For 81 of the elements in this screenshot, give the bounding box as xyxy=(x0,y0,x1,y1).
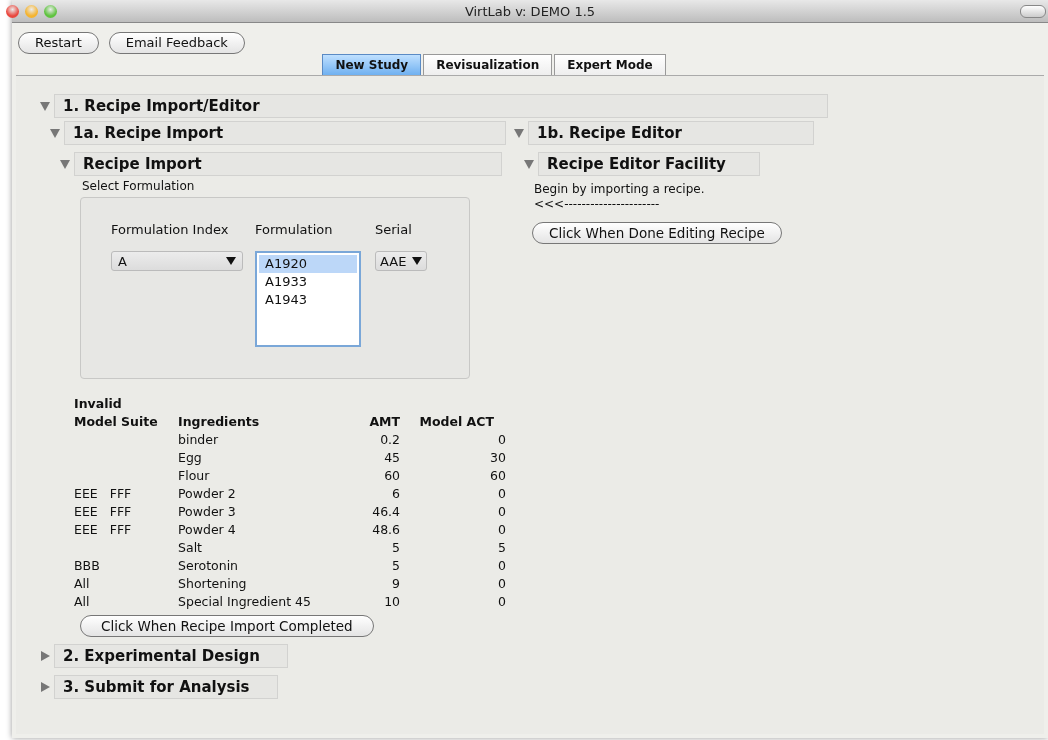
list-item[interactable]: A1943 xyxy=(259,291,357,309)
table-cell: 46.4 xyxy=(372,504,401,519)
message-text: <<<---------------------- xyxy=(534,197,661,211)
table-cell: FFF xyxy=(109,521,132,539)
toolbar-button[interactable]: Email Feedback xyxy=(108,32,245,54)
window-control-icon[interactable] xyxy=(6,4,19,18)
done-editing-button[interactable]: Click When Done Editing Recipe xyxy=(532,222,782,244)
column-header: AMT xyxy=(369,414,401,429)
table-cell: EEE xyxy=(74,521,98,539)
table-cell: 5 xyxy=(392,558,401,573)
group-label: Select Formulation xyxy=(82,179,196,193)
list-item[interactable]: A1920 xyxy=(259,255,357,273)
table-cell: FFF xyxy=(109,503,132,521)
table-cell: All xyxy=(74,593,90,611)
table-cell: All xyxy=(74,575,90,593)
formulation-list[interactable]: A1920 A1933 A1943 xyxy=(255,251,361,347)
disclosure-triangle-icon[interactable] xyxy=(40,101,50,111)
field-label: Serial xyxy=(375,222,413,237)
table-cell: Special Ingredient 45 xyxy=(178,594,311,609)
table-cell: 30 xyxy=(490,450,506,465)
column-header: Ingredients xyxy=(178,414,260,429)
tab[interactable]: Expert Mode xyxy=(554,54,666,75)
table-cell: Powder 2 xyxy=(178,486,236,501)
table-cell: Egg xyxy=(178,450,202,465)
tab[interactable]: New Study xyxy=(322,54,422,75)
section-header[interactable]: Recipe Import xyxy=(74,152,502,176)
table-cell: Powder 4 xyxy=(178,522,236,537)
table-cell: 0 xyxy=(498,522,506,537)
window-title: VirtLab v: DEMO 1.5 xyxy=(464,3,596,19)
toolbar-toggle-icon[interactable] xyxy=(1020,5,1046,18)
list-item[interactable]: A1933 xyxy=(259,273,357,291)
tab[interactable]: Revisualization xyxy=(423,54,553,75)
table-cell: BBB xyxy=(74,557,100,575)
toolbar-button[interactable]: Restart xyxy=(18,32,99,54)
table-cell: Salt xyxy=(178,540,202,555)
table-cell: EEE xyxy=(74,503,98,521)
table-cell: 0 xyxy=(498,558,506,573)
field-label: Formulation xyxy=(255,222,334,237)
table-cell: Powder 3 xyxy=(178,504,236,519)
section-header[interactable]: 2. Experimental Design xyxy=(54,644,288,668)
table-cell: 0 xyxy=(498,432,506,447)
table-cell: 10 xyxy=(384,594,401,609)
table-cell: 0 xyxy=(498,576,506,591)
message-text: Begin by importing a recipe. xyxy=(534,182,706,196)
column-header: Invalid Model Suite xyxy=(74,396,158,429)
disclosure-triangle-icon[interactable] xyxy=(40,651,50,661)
disclosure-triangle-icon[interactable] xyxy=(514,128,524,138)
table-cell: 9 xyxy=(392,576,401,591)
table-cell: 6 xyxy=(392,486,401,501)
table-cell: 0.2 xyxy=(380,432,401,447)
table-cell: 0 xyxy=(498,594,506,609)
section-header[interactable]: Recipe Editor Facility xyxy=(538,152,760,176)
table-cell: Flour xyxy=(178,468,210,483)
table-cell: 5 xyxy=(392,540,401,555)
table-cell: 48.6 xyxy=(372,522,401,537)
disclosure-triangle-icon[interactable] xyxy=(50,128,60,138)
table-cell: 60 xyxy=(490,468,506,483)
serial-dropdown[interactable]: AAE xyxy=(375,251,427,271)
table-cell: Shortening xyxy=(178,576,247,591)
section-header[interactable]: 1. Recipe Import/Editor xyxy=(54,94,828,118)
table-cell: 0 xyxy=(498,486,506,501)
table-cell: FFF xyxy=(109,485,132,503)
section-header[interactable]: 1b. Recipe Editor xyxy=(528,121,814,145)
disclosure-triangle-icon[interactable] xyxy=(40,682,50,692)
formulation-index-dropdown[interactable]: A xyxy=(111,251,243,271)
section-header[interactable]: 1a. Recipe Import xyxy=(64,121,506,145)
column-header: Model ACT xyxy=(419,414,494,429)
caret-icon xyxy=(412,257,422,265)
table-cell: binder xyxy=(178,432,219,447)
caret-icon xyxy=(226,257,236,265)
import-completed-button[interactable]: Click When Recipe Import Completed xyxy=(80,615,374,637)
field-label: Formulation Index xyxy=(111,222,230,237)
section-header[interactable]: 3. Submit for Analysis xyxy=(54,675,278,699)
disclosure-triangle-icon[interactable] xyxy=(60,159,70,169)
table-cell: 45 xyxy=(384,450,401,465)
table-cell: 5 xyxy=(498,540,506,555)
disclosure-triangle-icon[interactable] xyxy=(524,159,534,169)
table-cell: Serotonin xyxy=(178,558,239,573)
table-cell: EEE xyxy=(74,485,98,503)
table-cell: 60 xyxy=(384,468,401,483)
table-cell: 0 xyxy=(498,504,506,519)
